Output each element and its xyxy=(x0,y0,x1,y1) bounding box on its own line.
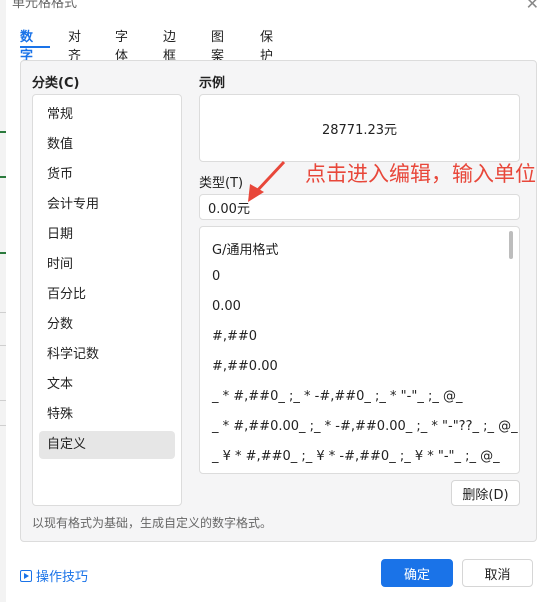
format-item[interactable]: 0.00 xyxy=(212,299,241,314)
category-item-special[interactable]: 特殊 xyxy=(39,401,175,429)
tab-alignment[interactable]: 对齐 xyxy=(68,26,81,64)
category-item-currency[interactable]: 货币 xyxy=(39,161,175,189)
format-code-list[interactable]: G/通用格式 0 0.00 #,##0 #,##0.00 _ * #,##0_ … xyxy=(199,226,520,474)
category-item-date[interactable]: 日期 xyxy=(39,221,175,249)
format-item[interactable]: #,##0 xyxy=(212,329,257,344)
format-item[interactable]: _ * #,##0.00_ ;_ * -#,##0.00_ ;_ * "-"??… xyxy=(212,419,518,434)
category-item-fraction[interactable]: 分数 xyxy=(39,311,175,339)
sample-preview: 28771.23元 xyxy=(199,94,520,162)
tab-pattern[interactable]: 图案 xyxy=(211,26,224,64)
tab-border[interactable]: 边框 xyxy=(163,26,176,64)
category-item-accounting[interactable]: 会计专用 xyxy=(39,191,175,219)
sheet-gridline xyxy=(0,425,6,426)
tab-font[interactable]: 字体 xyxy=(115,26,128,64)
category-item-percentage[interactable]: 百分比 xyxy=(39,281,175,309)
format-item[interactable]: _ * #,##0_ ;_ * -#,##0_ ;_ * "-"_ ;_ @_ xyxy=(212,389,462,404)
sample-title: 示例 xyxy=(199,76,226,91)
background-sheet-strip xyxy=(0,0,6,602)
category-item-time[interactable]: 时间 xyxy=(39,251,175,279)
delete-button[interactable]: 删除(D) xyxy=(451,480,520,506)
category-item-number[interactable]: 数值 xyxy=(39,131,175,159)
tips-label: 操作技巧 xyxy=(36,570,89,585)
format-item[interactable]: G/通用格式 xyxy=(212,239,278,258)
category-list[interactable]: 常规 数值 货币 会计专用 日期 时间 百分比 分数 科学记数 文本 特殊 自定… xyxy=(32,94,182,506)
format-list-scrollbar[interactable] xyxy=(509,231,513,259)
category-item-text[interactable]: 文本 xyxy=(39,371,175,399)
close-icon[interactable]: ✕ xyxy=(526,0,539,13)
active-tab-indicator xyxy=(20,46,50,48)
category-item-scientific[interactable]: 科学记数 xyxy=(39,341,175,369)
category-item-custom[interactable]: 自定义 xyxy=(39,431,175,459)
tips-link[interactable]: 操作技巧 xyxy=(20,566,88,585)
sample-value: 28771.23元 xyxy=(321,122,398,138)
custom-format-hint: 以现有格式为基础，生成自定义的数字格式。 xyxy=(32,516,273,530)
cancel-button[interactable]: 取消 xyxy=(462,559,533,587)
play-square-icon xyxy=(20,569,32,582)
sheet-gridline xyxy=(0,400,6,401)
annotation-arrow-icon xyxy=(248,160,286,202)
category-title: 分类(C) xyxy=(32,76,80,91)
sheet-row-marker xyxy=(0,176,6,178)
format-item[interactable]: _ ¥ * #,##0_ ;_ ¥ * -#,##0_ ;_ ¥ * "-"_ … xyxy=(212,449,500,464)
category-item-general[interactable]: 常规 xyxy=(39,101,175,129)
dialog-title: 单元格格式 xyxy=(12,0,78,11)
sheet-row-marker xyxy=(0,252,6,254)
format-item[interactable]: 0 xyxy=(212,269,220,284)
sheet-gridline xyxy=(0,312,6,313)
ok-button[interactable]: 确定 xyxy=(381,559,453,587)
type-label: 类型(T) xyxy=(199,176,244,191)
format-item[interactable]: #,##0.00 xyxy=(212,359,278,374)
annotation-text: 点击进入编辑，输入单位 xyxy=(305,162,536,186)
tab-protection[interactable]: 保护 xyxy=(260,26,273,64)
sheet-gridline xyxy=(0,345,6,346)
sheet-row-marker xyxy=(0,131,6,133)
tab-number[interactable]: 数字 xyxy=(20,26,33,64)
